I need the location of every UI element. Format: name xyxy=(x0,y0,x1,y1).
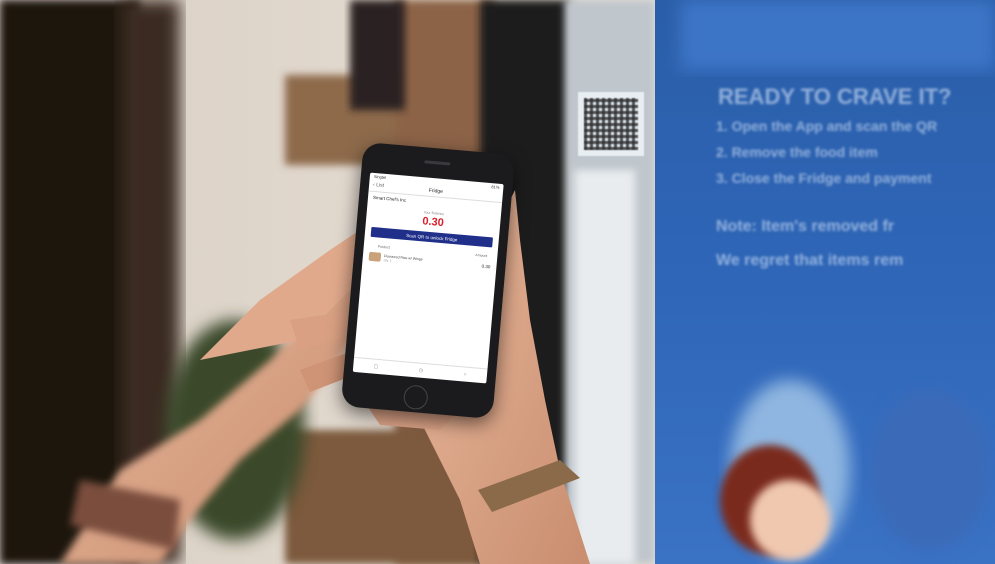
back-button[interactable]: ‹ List xyxy=(373,182,384,189)
smartphone: Singtel 81% ‹ List Fridge Smart Chef's I… xyxy=(340,141,516,420)
profile-tab-icon[interactable]: ○ xyxy=(463,371,467,377)
kiosk-sign-note-1: Note: Item's removed fr xyxy=(716,218,895,235)
column-amount: Amount xyxy=(475,253,488,259)
column-product: Product xyxy=(377,244,390,250)
screen-title: Fridge xyxy=(428,187,444,195)
kiosk-sign-step-1: 1. Open the App and scan the QR xyxy=(716,118,938,134)
phone-screen: Singtel 81% ‹ List Fridge Smart Chef's I… xyxy=(352,172,504,384)
phone-speaker xyxy=(424,160,451,166)
kiosk-qr-code xyxy=(578,92,644,156)
kiosk-sign-step-2: 2. Remove the food item xyxy=(716,144,878,160)
back-label: List xyxy=(375,182,385,189)
home-tab-icon[interactable]: ▢ xyxy=(373,364,378,370)
tab-bar: ▢ ◷ ○ xyxy=(352,356,488,384)
kiosk-sign-step-3: 3. Close the Fridge and payment xyxy=(716,170,932,186)
kiosk-sign-note-2: We regret that items rem xyxy=(716,252,904,269)
phone-home-button[interactable] xyxy=(402,384,429,411)
item-amount: 0.30 xyxy=(481,263,491,270)
food-thumbnail xyxy=(368,251,382,262)
history-tab-icon[interactable]: ◷ xyxy=(418,368,423,374)
chevron-left-icon: ‹ xyxy=(372,181,376,188)
kiosk-sign-heading: READY TO CRAVE IT? xyxy=(718,84,952,109)
photo-scene: READY TO CRAVE IT? 1. Open the App and s… xyxy=(0,0,995,564)
